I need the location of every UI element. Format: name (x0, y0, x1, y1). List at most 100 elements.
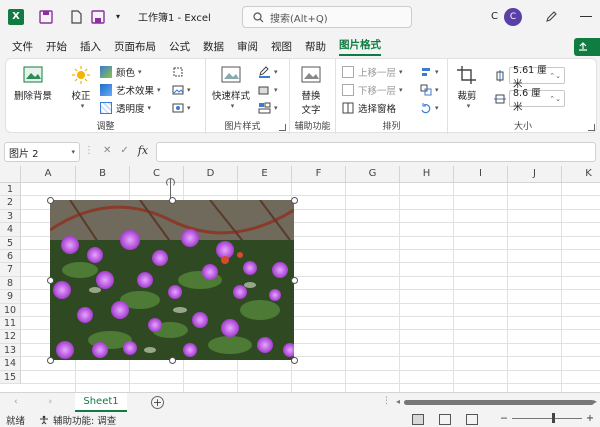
resize-handle[interactable] (290, 276, 298, 284)
tab-help[interactable]: 帮助 (305, 39, 326, 54)
row-header-3[interactable]: 3 (0, 209, 21, 224)
rotate-button[interactable]: ▾ (420, 99, 439, 116)
zoom-in-icon[interactable]: + (586, 413, 594, 424)
column-header-g[interactable]: G (346, 166, 400, 183)
scroll-left-icon[interactable]: ◂ (396, 397, 400, 406)
cancel-icon[interactable]: ✕ (103, 145, 111, 156)
tab-picture-format[interactable]: 图片格式 (339, 37, 381, 56)
save-icon[interactable] (38, 9, 54, 25)
tab-insert[interactable]: 插入 (80, 39, 101, 54)
row-header-6[interactable]: 6 (0, 250, 21, 264)
row-header-1[interactable]: 1 (0, 183, 21, 197)
column-header-c[interactable]: C (130, 166, 184, 183)
resize-handle[interactable] (46, 196, 54, 204)
picture-border-button[interactable]: ▾ (258, 63, 278, 80)
tab-file[interactable]: 文件 (12, 39, 33, 54)
zoom-thumb[interactable] (551, 413, 555, 423)
resize-handle[interactable] (290, 356, 298, 364)
normal-view-icon[interactable] (412, 414, 424, 425)
row-header-15[interactable]: 15 (0, 370, 21, 384)
tab-home[interactable]: 开始 (46, 39, 67, 54)
row-header-14[interactable]: 14 (0, 357, 21, 371)
dialog-launcher-icon[interactable] (279, 124, 286, 131)
sheet-nav-arrows[interactable]: ‹ › (14, 397, 66, 407)
confirm-icon[interactable]: ✓ (120, 145, 128, 156)
tab-page-layout[interactable]: 页面布局 (114, 39, 156, 54)
row-header-11[interactable]: 11 (0, 317, 21, 331)
minimize-icon[interactable] (580, 16, 592, 17)
horizontal-scrollbar[interactable] (404, 400, 594, 405)
resize-handle[interactable] (168, 356, 176, 364)
tab-data[interactable]: 数据 (203, 39, 224, 54)
scroll-right-icon[interactable]: ▸ (593, 397, 597, 406)
search-box[interactable]: 搜索(Alt+Q) (242, 6, 412, 28)
reset-picture-button[interactable]: ▾ (172, 99, 191, 116)
column-header-d[interactable]: D (184, 166, 238, 183)
change-picture-button[interactable]: ▾ (172, 81, 191, 98)
save-as-icon[interactable] (90, 9, 106, 25)
row-header-5[interactable]: 5 (0, 236, 21, 250)
column-header-h[interactable]: H (400, 166, 454, 183)
dialog-launcher-icon[interactable] (588, 124, 595, 131)
zoom-slider[interactable] (511, 413, 582, 423)
page-break-view-icon[interactable] (466, 414, 478, 425)
selected-picture[interactable] (50, 200, 294, 360)
row-header-4[interactable]: 4 (0, 223, 21, 237)
column-header-f[interactable]: F (292, 166, 346, 183)
tab-view[interactable]: 视图 (271, 39, 292, 54)
quick-styles-button[interactable]: 快速样式 ▾ (212, 65, 250, 110)
avatar[interactable]: C (504, 7, 522, 26)
tab-formulas[interactable]: 公式 (169, 39, 190, 54)
width-spinner[interactable]: 8.6 厘米 ⌃⌄ (494, 88, 565, 113)
group-objects-button[interactable]: ▾ (420, 81, 439, 98)
select-all-corner[interactable] (0, 166, 21, 183)
resize-handle[interactable] (46, 276, 54, 284)
column-header-i[interactable]: I (454, 166, 508, 183)
picture-layout-button[interactable]: ▾ (258, 99, 278, 116)
bring-forward-button[interactable]: 上移一层 ▾ (342, 63, 403, 80)
transparency-button[interactable]: 透明度 ▾ (100, 99, 151, 116)
remove-background-button[interactable]: 删除背景 (14, 65, 52, 102)
correct-button[interactable]: 校正 ▾ (70, 65, 92, 110)
selection-pane-button[interactable]: 选择窗格 (342, 99, 396, 116)
compress-pictures-button[interactable] (172, 63, 184, 80)
row-header-2[interactable]: 2 (0, 196, 21, 210)
new-file-icon[interactable] (68, 9, 84, 25)
column-header-j[interactable]: J (508, 166, 562, 183)
color-button[interactable]: 颜色 ▾ (100, 63, 142, 80)
picture-effects-button[interactable]: ▾ (258, 81, 278, 98)
resize-handle[interactable] (46, 356, 54, 364)
chevron-down-icon[interactable]: ▾ (71, 148, 75, 156)
crop-button[interactable]: 裁剪 ▾ (456, 65, 478, 110)
row-header-13[interactable]: 13 (0, 343, 21, 358)
sheet-tab-sheet1[interactable]: Sheet1 (75, 393, 127, 412)
pen-icon[interactable] (544, 10, 558, 24)
row-header-9[interactable]: 9 (0, 290, 21, 304)
formula-input[interactable] (156, 142, 596, 162)
align-button[interactable]: ▾ (420, 63, 439, 80)
alt-text-button[interactable]: 替换 文字 (300, 65, 322, 116)
page-layout-view-icon[interactable] (439, 414, 451, 425)
resize-handle[interactable] (168, 196, 176, 204)
insert-function-icon[interactable]: fx (138, 144, 148, 157)
send-backward-button[interactable]: 下移一层 ▾ (342, 81, 403, 98)
column-header-k[interactable]: K (562, 166, 600, 183)
customize-toolbar-icon[interactable]: ▾ (110, 9, 126, 25)
share-button[interactable] (574, 38, 600, 56)
zoom-out-icon[interactable]: − (500, 413, 508, 424)
accessibility-status[interactable]: 辅助功能: 调查 (39, 413, 116, 427)
column-header-e[interactable]: E (238, 166, 292, 183)
column-header-b[interactable]: B (76, 166, 130, 183)
row-header-10[interactable]: 10 (0, 303, 21, 317)
add-sheet-button[interactable]: + (151, 396, 164, 409)
resize-handle[interactable] (290, 196, 298, 204)
row-header-12[interactable]: 12 (0, 330, 21, 344)
art-effects-button[interactable]: 艺术效果 ▾ (100, 81, 161, 98)
tab-review[interactable]: 审阅 (237, 39, 258, 54)
row-header-7[interactable]: 7 (0, 263, 21, 277)
width-value[interactable]: 8.6 厘米 (513, 85, 549, 113)
column-header-a[interactable]: A (21, 166, 76, 183)
row-header-8[interactable]: 8 (0, 276, 21, 291)
height-spinner[interactable]: 5.61 厘米 ⌃⌄ (494, 65, 565, 90)
name-box[interactable]: 图片 2 ▾ (4, 142, 80, 162)
